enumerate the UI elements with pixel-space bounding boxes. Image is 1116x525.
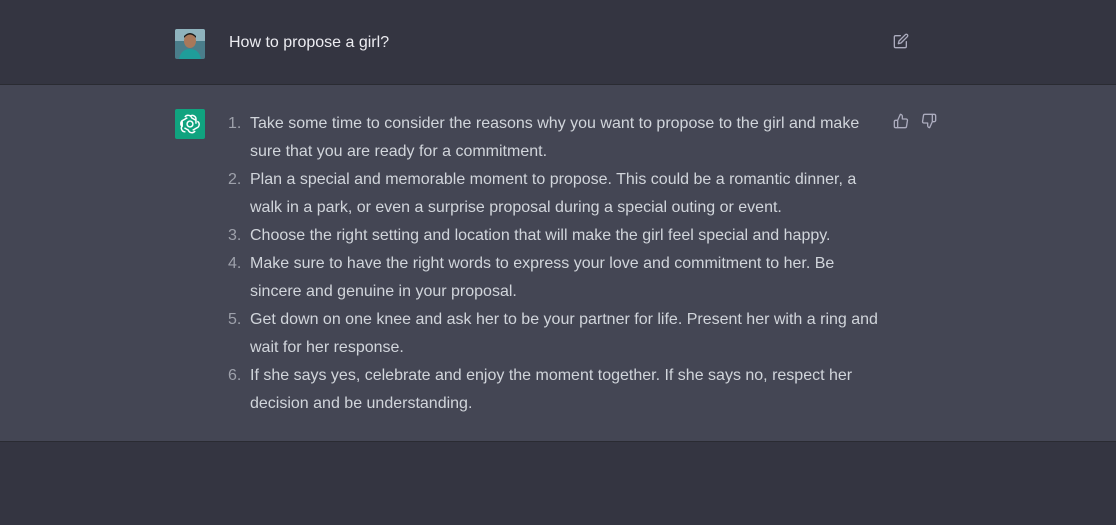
edit-icon <box>893 33 909 49</box>
user-avatar <box>175 29 205 59</box>
answer-item-number: 6. <box>228 367 242 384</box>
thumbs-down-button[interactable] <box>921 113 939 131</box>
answer-item-number: 1. <box>228 115 242 132</box>
answer-item-text: Take some time to consider the reasons w… <box>250 115 860 160</box>
user-photo-icon <box>175 29 205 59</box>
answer-item: 5. Get down on one knee and ask her to be… <box>224 306 884 362</box>
answer-item-number: 3. <box>228 227 242 244</box>
edit-message-button[interactable] <box>893 33 911 51</box>
answer-item-number: 5. <box>228 311 242 328</box>
answer-item-number: 2. <box>228 171 242 188</box>
user-message-row: How to propose a girl? <box>0 0 1116 85</box>
assistant-message-row: 1. Take some time to consider the reasons… <box>0 85 1116 442</box>
thumbs-down-icon <box>921 113 937 129</box>
answer-item: 6. If she says yes, celebrate and enjoy t… <box>224 362 884 418</box>
openai-logo-icon <box>180 114 200 134</box>
answer-item: 1. Take some time to consider the reasons… <box>224 110 884 166</box>
answer-item: 4. Make sure to have the right words to e… <box>224 250 884 306</box>
answer-item: 3. Choose the right setting and location … <box>224 222 884 250</box>
answer-item: 2. Plan a special and memorable moment to… <box>224 166 884 222</box>
thumbs-up-button[interactable] <box>893 113 911 131</box>
answer-item-text: Make sure to have the right words to exp… <box>250 255 835 300</box>
answer-item-text: Choose the right setting and location th… <box>250 227 831 244</box>
answer-item-text: If she says yes, celebrate and enjoy the… <box>250 367 853 412</box>
answer-item-number: 4. <box>228 255 242 272</box>
answer-list: 1. Take some time to consider the reasons… <box>224 110 884 418</box>
user-message-text: How to propose a girl? <box>229 34 390 51</box>
thumbs-up-icon <box>893 113 909 129</box>
assistant-avatar <box>175 109 205 139</box>
answer-item-text: Get down on one knee and ask her to be y… <box>250 311 878 356</box>
answer-item-text: Plan a special and memorable moment to p… <box>250 171 857 216</box>
